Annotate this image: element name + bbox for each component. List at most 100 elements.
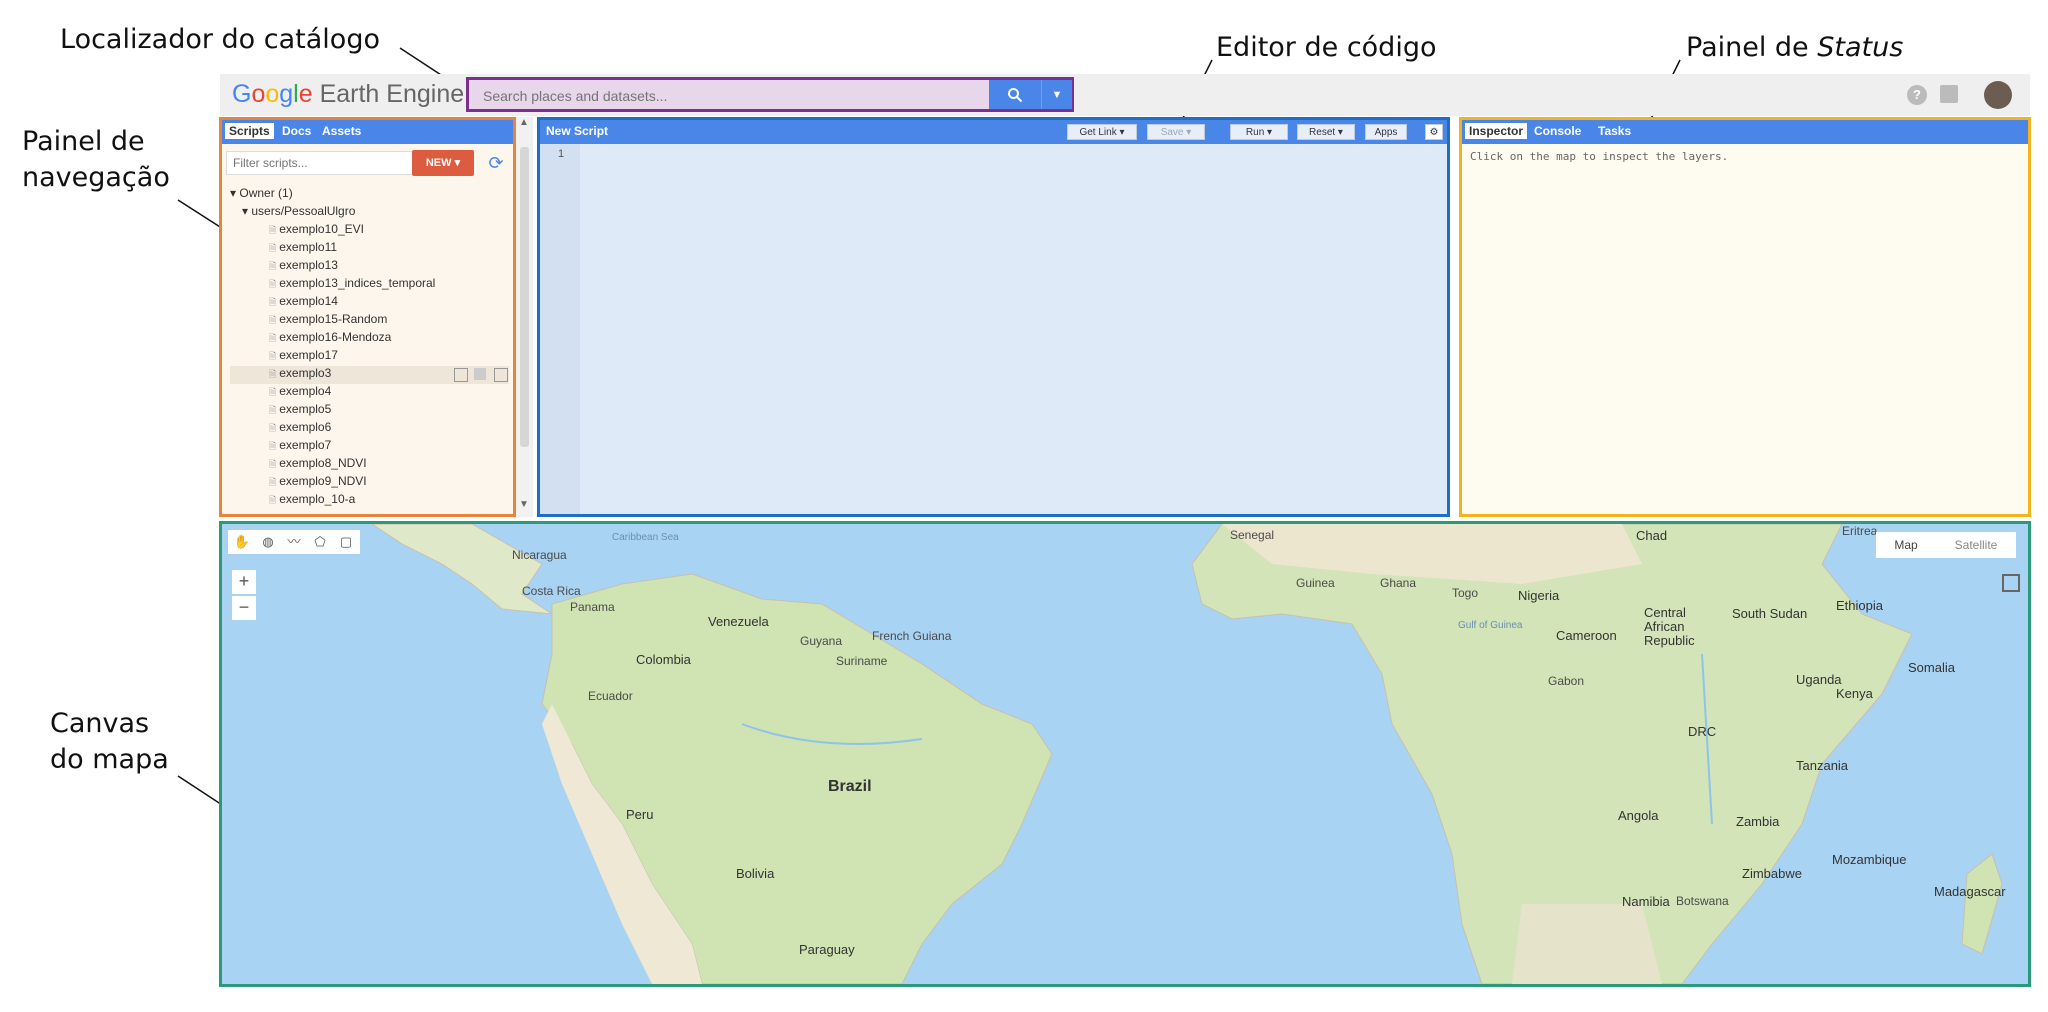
map-label: Somalia [1908,660,1955,675]
script-file[interactable]: exemplo14 [230,294,509,312]
map-label: Bolivia [736,866,775,881]
map-label: Namibia [1622,894,1670,909]
settings-gear-icon[interactable]: ⚙ [1425,124,1443,140]
navigation-panel: Scripts Docs Assets NEW ▾ ⟳ ▾ Owner (1) … [219,117,516,517]
map-label: Peru [626,807,654,822]
scroll-up-icon[interactable]: ▲ [519,117,529,128]
map-label: Ecuador [588,689,633,703]
script-file[interactable]: exemplo10_EVI [230,222,509,240]
map-label: Guinea [1296,576,1335,590]
reset-label: Reset [1309,127,1336,138]
search-input[interactable] [469,80,1005,111]
get-link-button[interactable]: Get Link ▾ [1067,124,1137,140]
script-file[interactable]: exemplo5 [230,402,509,420]
avatar[interactable] [1984,81,2012,109]
map-label: Zambia [1736,814,1780,829]
map-label: Gabon [1548,674,1585,688]
help-icon[interactable]: ? [1907,85,1927,105]
script-file[interactable]: exemplo6 [230,420,509,438]
map-label: Nicaragua [512,548,567,562]
script-file[interactable]: exemplo8_NDVI [230,456,509,474]
script-file[interactable]: exemplo7 [230,438,509,456]
new-button[interactable]: NEW ▾ [412,150,474,176]
map-label: Senegal [1230,528,1275,542]
map-label: Gulf of Guinea [1458,620,1523,631]
run-label: Run [1245,127,1265,138]
map-label: French Guiana [872,629,952,643]
script-file[interactable]: exemplo4 [230,384,509,402]
tab-inspector[interactable]: Inspector [1465,123,1528,139]
tab-scripts[interactable]: Scripts [225,123,274,139]
map-label: Caribbean Sea [612,532,679,543]
map-type-satellite-button[interactable]: Satellite [1936,532,2016,558]
new-button-label: NEW [425,157,452,169]
map-label: Central African Republic [1644,605,1695,648]
script-tree: ▾ Owner (1) ▾ users/PessoalUlgro exemplo… [230,186,509,510]
script-file[interactable]: exemplo17 [230,348,509,366]
map-label: Kenya [1836,686,1873,701]
map-label: DRC [1688,724,1717,739]
map-label: Guyana [800,634,843,648]
map-label: Ghana [1380,576,1417,590]
filter-scripts-input[interactable] [226,151,426,175]
map-label: Colombia [636,652,691,667]
status-tabbar: Inspector Console Tasks [1462,120,2028,144]
delete-icon[interactable] [494,368,508,382]
scrollbar-thumb[interactable] [520,147,529,447]
map-label: Panama [570,600,615,614]
refresh-icon[interactable]: ⟳ [484,150,508,176]
tab-docs[interactable]: Docs [282,124,311,138]
map-label: Ethiopia [1836,598,1883,613]
point-marker-icon[interactable]: ◍ [258,532,278,552]
share-icon[interactable] [454,368,468,382]
script-file[interactable]: exemplo11 [230,240,509,258]
search-dropdown-button[interactable]: ▼ [1041,80,1072,109]
map-label: Costa Rica [522,584,581,598]
scroll-down-icon[interactable]: ▼ [519,499,529,510]
run-button[interactable]: Run ▾ [1230,124,1288,140]
map-label: Botswana [1676,894,1729,908]
code-area[interactable] [584,146,1447,514]
inspector-message: Click on the map to inspect the layers. [1470,150,1729,163]
script-file[interactable]: exemplo15-Random [230,312,509,330]
reset-button[interactable]: Reset ▾ [1297,124,1355,140]
map-label: South Sudan [1732,606,1808,621]
map-type-map-button[interactable]: Map [1876,532,1936,558]
tab-assets[interactable]: Assets [322,124,361,138]
script-file[interactable]: exemplo13 [230,258,509,276]
save-button[interactable]: Save ▾ [1147,124,1205,140]
chevron-down-icon: ▾ [454,157,461,169]
status-panel: Inspector Console Tasks Click on the map… [1459,117,2031,517]
apps-button[interactable]: Apps [1365,124,1407,140]
pan-hand-icon[interactable]: ✋ [232,532,252,552]
nav-tabbar: Scripts Docs Assets [222,120,513,144]
rectangle-draw-icon[interactable]: ▢ [336,532,356,552]
nav-scrollbar[interactable]: ▲ ▼ [516,117,533,517]
map-label: Chad [1636,528,1668,543]
tree-user-folder[interactable]: ▾ users/PessoalUlgro [230,204,509,222]
earth-engine-logo: Google Earth Engine [232,80,465,108]
fullscreen-icon[interactable] [2002,574,2020,592]
map-label: Angola [1618,808,1659,823]
line-draw-icon[interactable]: 〰 [284,532,304,552]
map-label: Tanzania [1796,758,1849,773]
tree-owner[interactable]: ▾ Owner (1) [230,186,509,204]
zoom-in-button[interactable]: + [232,570,256,594]
map-label: Nigeria [1518,588,1560,603]
drawing-tools: ✋ ◍ 〰 ⬠ ▢ [228,530,360,554]
polygon-draw-icon[interactable]: ⬠ [310,532,330,552]
map-canvas[interactable]: Brazil Colombia Venezuela Peru Bolivia P… [219,521,2031,987]
script-file[interactable]: exemplo_10-a [230,492,509,510]
tab-console[interactable]: Console [1534,124,1581,138]
script-file[interactable]: exemplo9_NDVI [230,474,509,492]
chevron-down-icon: ▼ [1051,88,1063,101]
rename-icon[interactable] [474,368,486,380]
feedback-icon[interactable] [1940,85,1958,103]
script-file[interactable]: exemplo16-Mendoza [230,330,509,348]
tree-user-label: users/PessoalUlgro [251,204,356,218]
zoom-out-button[interactable]: − [232,596,256,620]
tab-tasks[interactable]: Tasks [1598,124,1631,138]
map-label: Cameroon [1556,628,1617,643]
search-button[interactable] [989,80,1041,109]
script-file[interactable]: exemplo13_indices_temporal [230,276,509,294]
